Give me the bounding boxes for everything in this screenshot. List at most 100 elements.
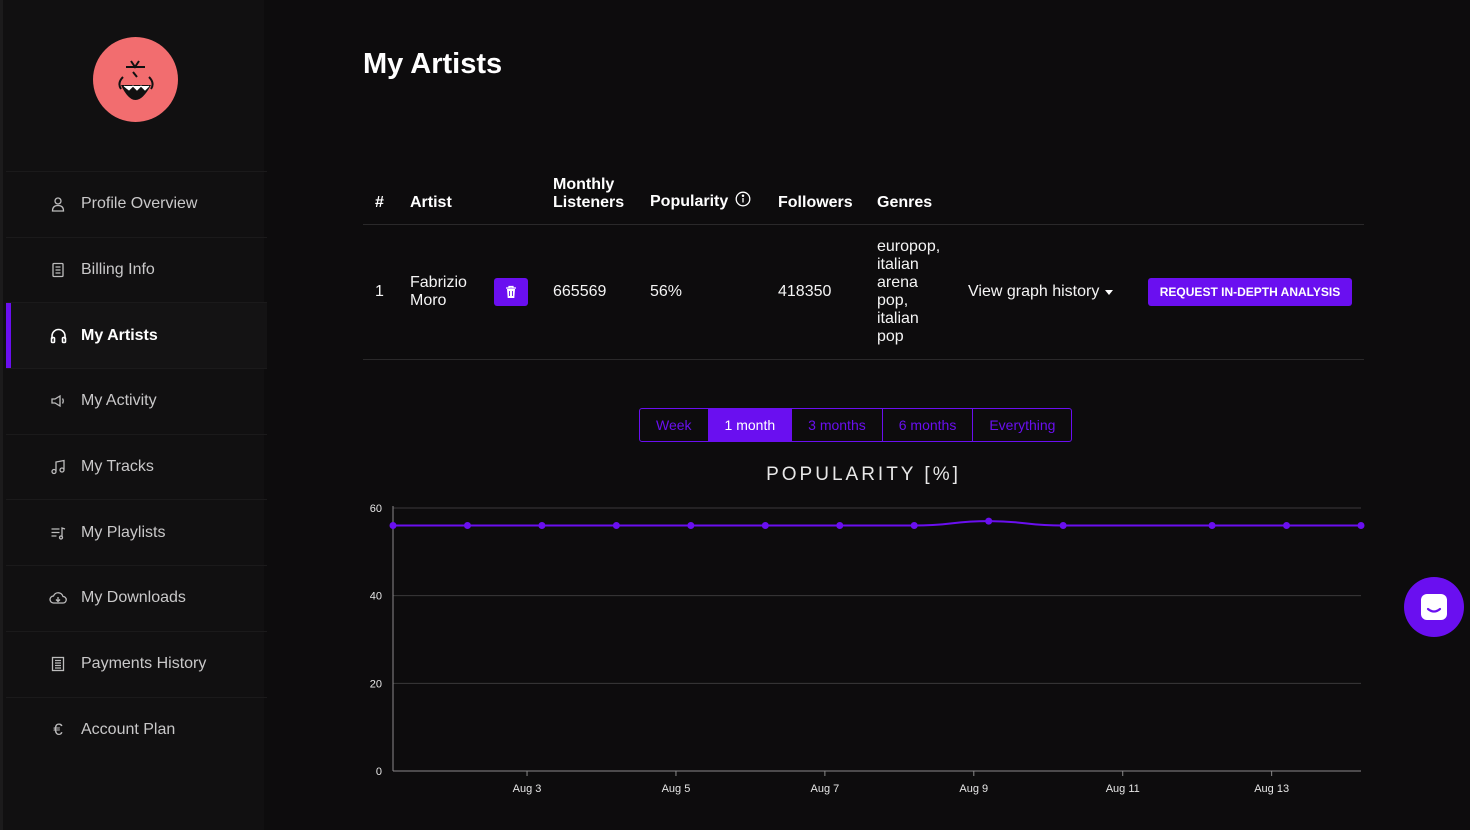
playlist-icon <box>49 524 67 542</box>
genres-value: europop, italian arena pop, italian pop <box>877 238 940 346</box>
x-tick-label: Aug 13 <box>1254 783 1289 795</box>
header-popularity-label: Popularity <box>650 192 729 210</box>
followers-value: 418350 <box>778 283 832 300</box>
header-monthly-listeners: Monthly Listeners <box>553 176 624 212</box>
sidebar-item-my-downloads[interactable]: My Downloads <box>6 565 267 631</box>
sidebar-item-label: Billing Info <box>81 261 155 279</box>
trash-icon <box>506 285 516 298</box>
sidebar-nav: Profile Overview Billing Info My Artists… <box>6 171 267 762</box>
x-tick-label: Aug 3 <box>513 783 542 795</box>
artists-table: # Artist Monthly Listeners Popularity Fo… <box>363 170 1364 360</box>
delete-artist-button[interactable] <box>494 278 528 306</box>
table-row: 1 Fabrizio Moro 665569 56% 418350 europo… <box>363 225 1364 360</box>
x-tick-label: Aug 7 <box>811 783 840 795</box>
sidebar-item-label: Profile Overview <box>81 195 198 213</box>
data-point <box>1283 522 1291 530</box>
sidebar-item-account-plan[interactable]: € Account Plan <box>6 696 267 763</box>
sidebar-item-profile-overview[interactable]: Profile Overview <box>6 171 267 237</box>
euro-icon: € <box>53 719 63 739</box>
data-point <box>538 522 546 530</box>
header-followers: Followers <box>778 194 853 211</box>
x-tick-label: Aug 11 <box>1106 783 1140 795</box>
view-graph-history-label: View graph history <box>968 283 1100 300</box>
sidebar-item-payments-history[interactable]: Payments History <box>6 630 267 697</box>
sidebar: Profile Overview Billing Info My Artists… <box>0 0 267 830</box>
genre-line: italian <box>877 310 919 327</box>
headphones-icon <box>49 327 67 345</box>
chat-button[interactable] <box>1404 577 1464 637</box>
sidebar-item-my-tracks[interactable]: My Tracks <box>6 433 267 500</box>
data-point <box>463 522 471 530</box>
header-monthly-listeners-line2: Listeners <box>553 194 625 211</box>
time-range-selector: Week 1 month 3 months 6 months Everythin… <box>639 408 1073 442</box>
table-header: # Artist Monthly Listeners Popularity Fo… <box>363 170 1364 225</box>
page-title: My Artists <box>363 48 503 80</box>
header-genres: Genres <box>877 194 933 211</box>
music-note-icon <box>49 458 67 476</box>
sidebar-item-label: My Tracks <box>81 458 154 476</box>
header-popularity: Popularity <box>650 191 751 212</box>
monthly-listeners-value: 665569 <box>553 283 607 300</box>
data-point <box>761 522 769 530</box>
chart-title: POPULARITY [%] <box>766 464 961 485</box>
artist-name: Fabrizio Moro <box>410 274 467 310</box>
series-line <box>393 520 1361 527</box>
sidebar-item-label: My Activity <box>81 392 157 410</box>
header-monthly-listeners-line1: Monthly <box>553 176 615 193</box>
data-point <box>389 522 397 530</box>
range-1-month[interactable]: 1 month <box>708 409 793 441</box>
data-point <box>836 522 844 530</box>
range-everything[interactable]: Everything <box>973 409 1071 441</box>
genre-line: europop, <box>877 238 941 255</box>
sidebar-item-label: My Downloads <box>81 589 186 607</box>
genre-line: italian <box>877 256 919 273</box>
genre-line: pop, <box>877 292 909 309</box>
sidebar-item-label: My Playlists <box>81 523 166 541</box>
document-list-icon <box>49 655 67 673</box>
avatar[interactable] <box>93 37 178 122</box>
view-graph-history-dropdown[interactable]: View graph history <box>968 283 1114 301</box>
sidebar-item-my-artists[interactable]: My Artists <box>6 302 267 369</box>
sidebar-item-label: Account Plan <box>81 720 176 738</box>
data-point <box>910 522 918 530</box>
user-icon <box>49 195 67 213</box>
chat-icon <box>1421 594 1447 620</box>
genre-line: arena <box>877 274 918 291</box>
app: Profile Overview Billing Info My Artists… <box>0 0 1470 830</box>
x-tick-label: Aug 9 <box>959 783 988 795</box>
header-artist: Artist <box>410 194 452 211</box>
avatar-face-icon <box>118 60 154 100</box>
sidebar-item-billing-info[interactable]: Billing Info <box>6 236 267 303</box>
y-tick-label: 40 <box>370 591 382 603</box>
data-point <box>612 522 620 530</box>
sidebar-item-label: My Artists <box>81 326 158 344</box>
popularity-value: 56% <box>650 283 683 300</box>
info-icon[interactable] <box>735 191 751 212</box>
sidebar-item-my-activity[interactable]: My Activity <box>6 368 267 434</box>
x-tick-label: Aug 5 <box>662 783 691 795</box>
sidebar-item-label: Payments History <box>81 655 207 673</box>
artist-name-line2: Moro <box>410 292 447 309</box>
row-number: 1 <box>375 283 384 300</box>
artist-name-line1: Fabrizio <box>410 274 467 291</box>
sidebar-item-my-playlists[interactable]: My Playlists <box>6 499 267 565</box>
data-point <box>687 522 695 530</box>
receipt-icon <box>49 261 67 279</box>
y-tick-label: 60 <box>370 503 382 515</box>
data-point <box>1059 522 1067 530</box>
y-tick-label: 20 <box>370 678 382 690</box>
genre-line: pop <box>877 328 904 345</box>
header-number: # <box>375 194 384 211</box>
y-tick-label: 0 <box>376 766 382 778</box>
request-analysis-button[interactable]: REQUEST IN-DEPTH ANALYSIS <box>1148 278 1352 306</box>
chevron-down-icon <box>1105 289 1114 295</box>
megaphone-icon <box>49 392 67 410</box>
range-6-months[interactable]: 6 months <box>883 409 974 441</box>
data-point <box>1208 522 1216 530</box>
range-week[interactable]: Week <box>640 409 709 441</box>
cloud-download-icon <box>49 589 67 607</box>
popularity-chart: 0 20 40 60 Aug 3 Aug 5 Aug 7 Aug 9 Aug 11 Aug 13 <box>370 503 1365 795</box>
range-3-months[interactable]: 3 months <box>792 409 883 441</box>
data-point <box>1357 522 1365 530</box>
data-point <box>985 517 993 525</box>
